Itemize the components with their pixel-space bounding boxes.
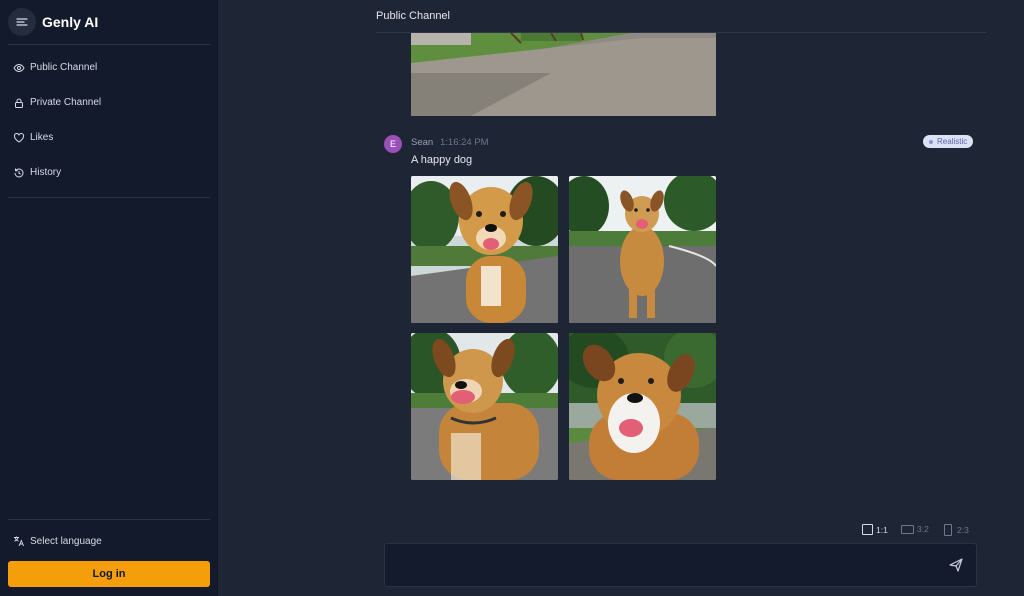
sidebar-item-label: History: [30, 167, 62, 178]
sidebar-divider-middle: [8, 197, 210, 198]
sidebar-item-label: Private Channel: [30, 97, 102, 108]
menu-icon: [16, 16, 28, 28]
message-time: 1:16:24 PM: [440, 137, 489, 148]
message-prompt-text: A happy dog: [411, 154, 473, 166]
style-badge: Realistic: [923, 135, 974, 148]
sidebar-item-label: Likes: [30, 132, 54, 143]
sidebar-item-likes[interactable]: Likes: [8, 120, 210, 155]
sidebar-item-public-channel[interactable]: Public Channel: [8, 50, 210, 85]
ratio-label: 3:2: [917, 524, 929, 534]
history-icon: [13, 167, 25, 179]
eye-icon: [13, 62, 25, 74]
sidebar-item-history[interactable]: History: [8, 155, 210, 190]
app-name: Genly AI: [42, 14, 99, 30]
sidebar-nav: Public Channel Private Channel Likes His…: [8, 50, 210, 190]
heart-icon: [13, 132, 25, 144]
generated-image-4[interactable]: [569, 333, 716, 480]
prompt-box: [384, 543, 977, 587]
ratio-3-2-button[interactable]: 3:2: [901, 524, 929, 534]
user-avatar: E: [384, 135, 402, 153]
select-language-label: Select language: [30, 535, 102, 547]
style-badge-label: Realistic: [937, 137, 968, 146]
ratio-label: 1:1: [876, 524, 888, 535]
generated-image-2[interactable]: [569, 176, 716, 323]
lock-icon: [13, 97, 25, 109]
previous-generated-image[interactable]: [411, 33, 716, 116]
generated-image-1[interactable]: [411, 176, 558, 323]
ratio-2-3-button[interactable]: 2:3: [944, 524, 969, 536]
select-language-button[interactable]: Select language: [13, 535, 102, 547]
translate-icon: [13, 535, 25, 547]
prompt-input[interactable]: [395, 554, 935, 578]
sidebar-divider-top: [8, 44, 210, 45]
menu-toggle-button[interactable]: [8, 8, 36, 36]
badge-dot-icon: [929, 139, 933, 144]
channel-title: Public Channel: [376, 10, 450, 22]
portrait-icon: [944, 524, 952, 536]
sidebar-item-label: Public Channel: [30, 62, 98, 73]
sidebar-item-private-channel[interactable]: Private Channel: [8, 85, 210, 120]
send-icon: [948, 557, 964, 573]
send-button[interactable]: [948, 557, 964, 573]
ratio-label: 2:3: [957, 525, 969, 535]
landscape-icon: [901, 524, 914, 534]
brand: Genly AI: [8, 8, 98, 36]
generated-image-3[interactable]: [411, 333, 558, 480]
sidebar: Genly AI Public Channel Private Channel …: [0, 0, 218, 596]
square-icon: [862, 524, 873, 535]
message-author: Sean: [411, 137, 434, 148]
sidebar-divider-bottom: [8, 519, 210, 520]
ratio-1-1-button[interactable]: 1:1: [862, 524, 888, 535]
login-button[interactable]: Log in: [8, 561, 210, 587]
